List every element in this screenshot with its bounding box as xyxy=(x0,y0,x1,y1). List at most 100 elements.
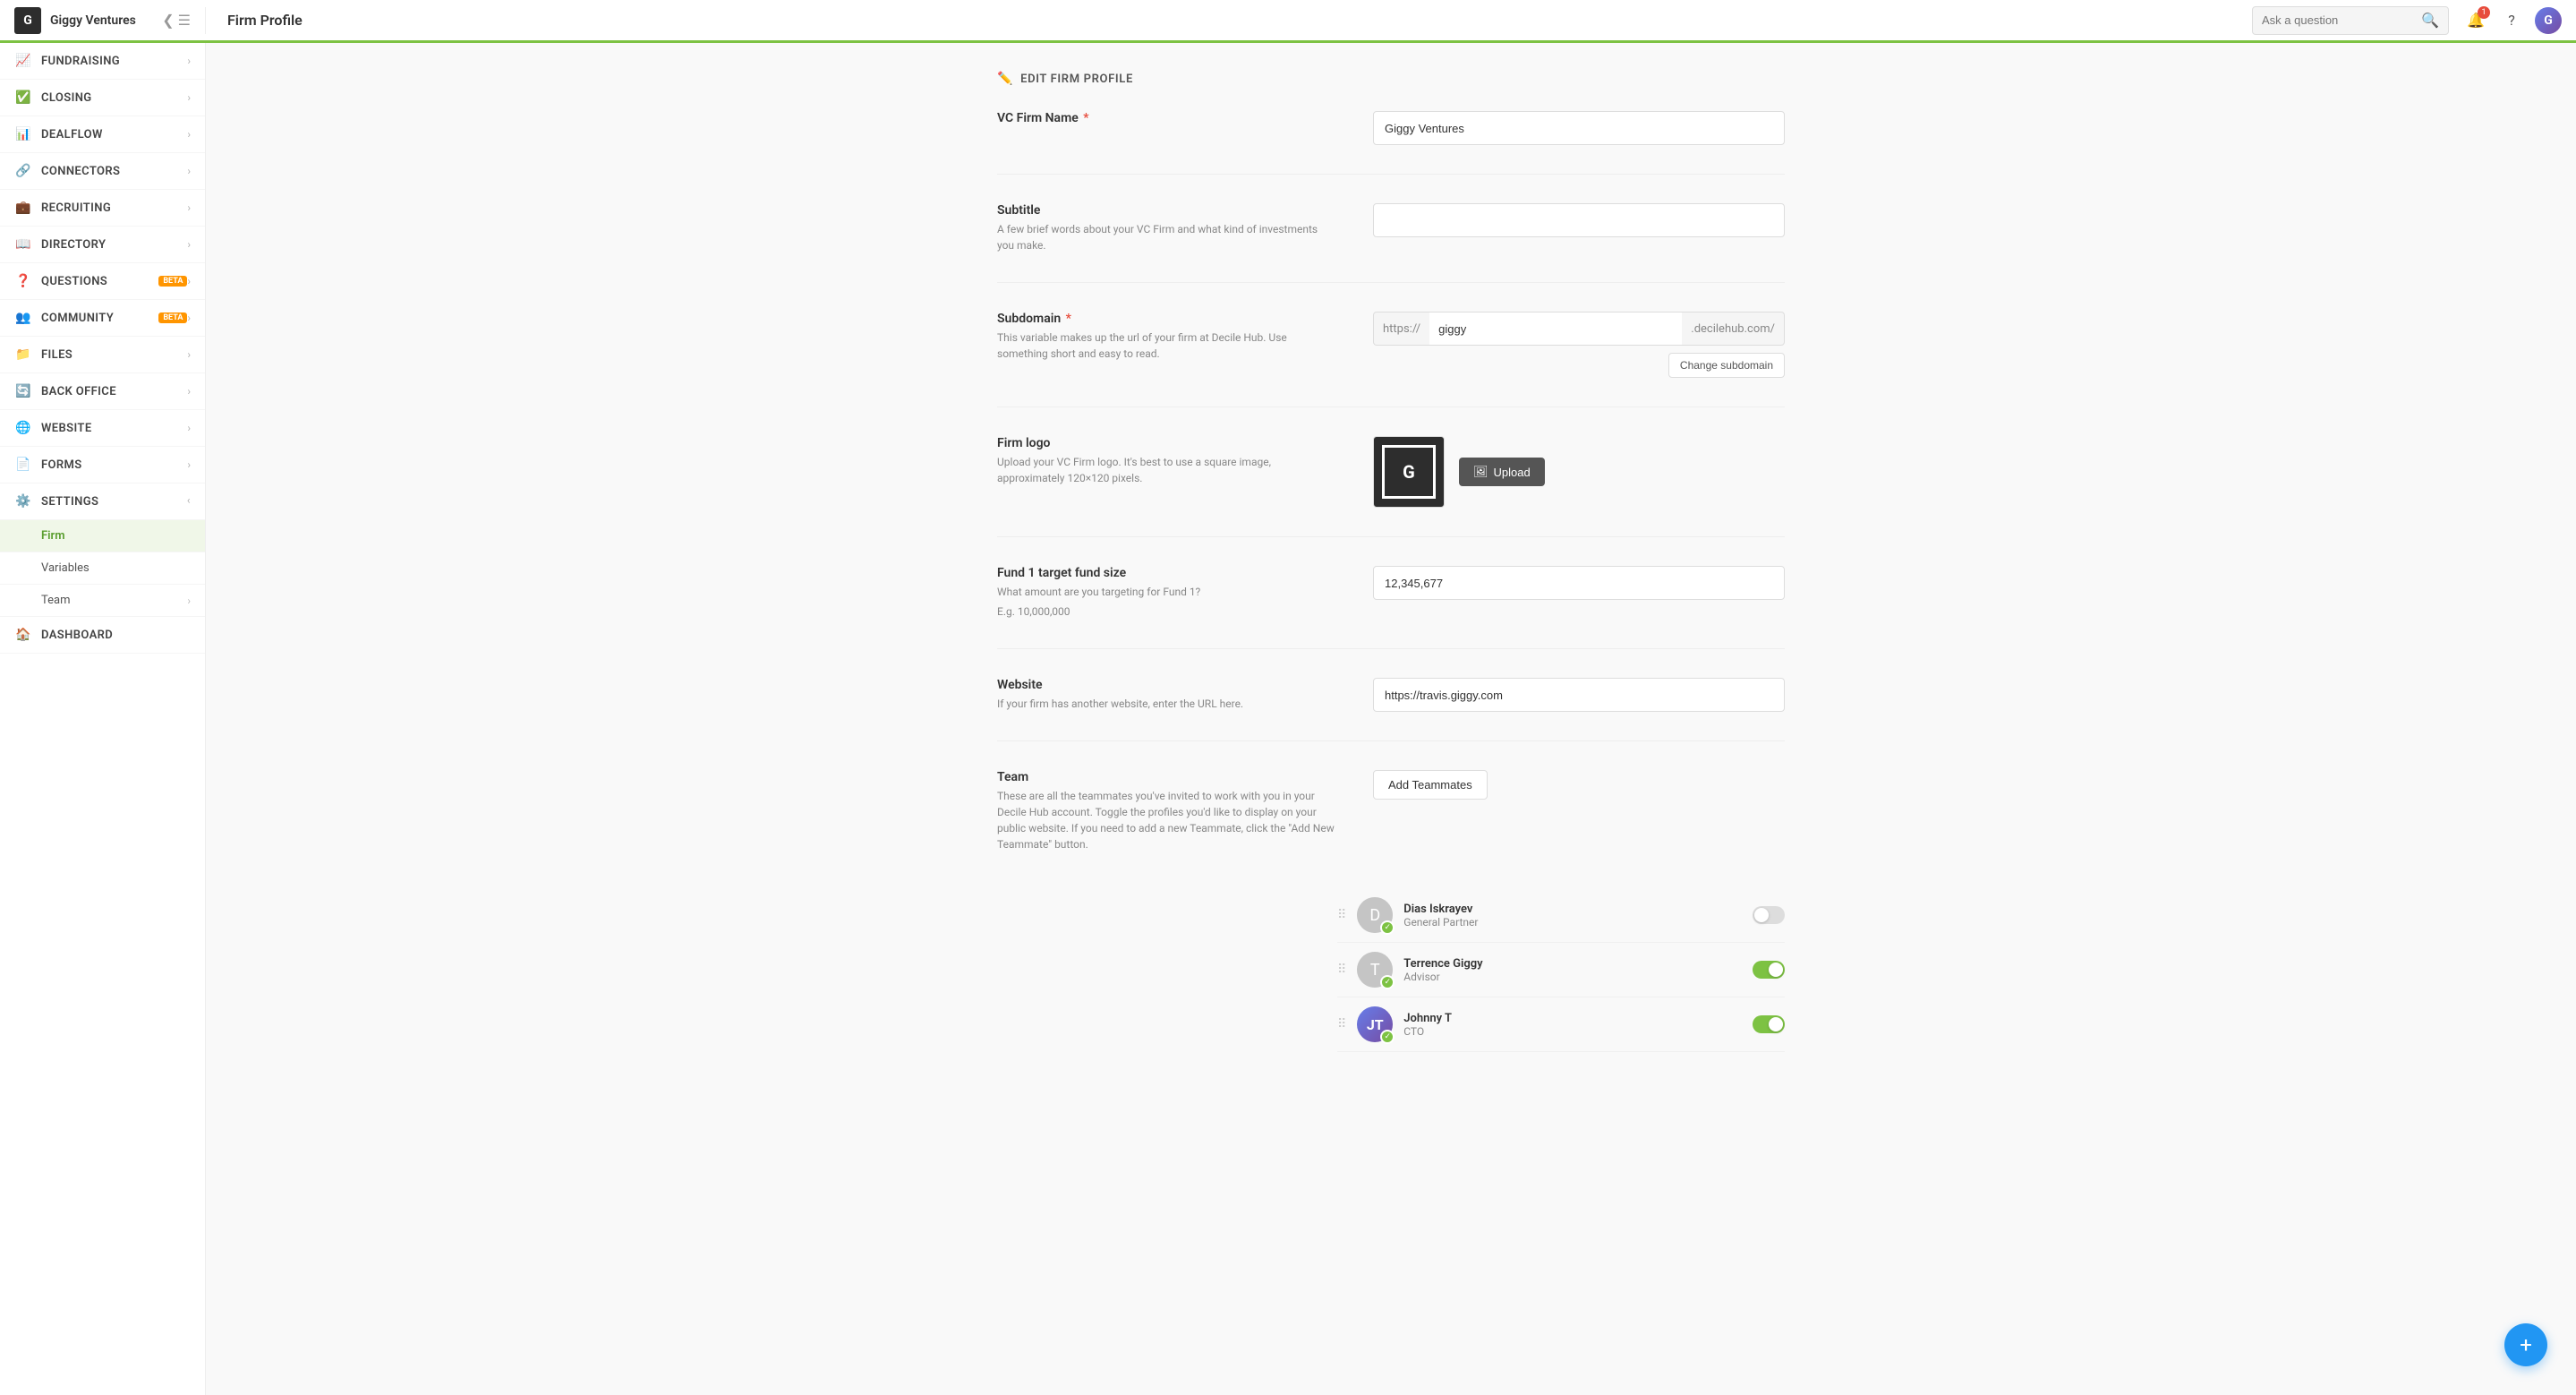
sidebar-item-dealflow[interactable]: 📊 DEALFLOW › xyxy=(0,116,205,153)
vc-firm-name-label-col: VC Firm Name * xyxy=(997,111,1337,145)
required-indicator: * xyxy=(1066,312,1071,326)
sidebar-item-back-office[interactable]: 🔄 BACK OFFICE › xyxy=(0,373,205,410)
chevron-right-icon: › xyxy=(187,422,191,434)
teammate-toggle[interactable] xyxy=(1753,906,1785,924)
app-logo: G xyxy=(14,7,41,34)
search-bar[interactable]: 🔍 xyxy=(2252,6,2449,35)
subdomain-hint: This variable makes up the url of your f… xyxy=(997,329,1337,362)
firm-logo-label: Firm logo xyxy=(997,436,1337,450)
subdomain-row: https:// .decilehub.com/ xyxy=(1373,312,1785,346)
teammate-toggle[interactable] xyxy=(1753,1015,1785,1033)
add-teammates-button[interactable]: Add Teammates xyxy=(1373,770,1488,800)
change-subdomain-button[interactable]: Change subdomain xyxy=(1668,353,1785,378)
chevron-right-icon: › xyxy=(187,201,191,214)
edit-header-label: EDIT FIRM PROFILE xyxy=(1020,73,1133,86)
subdomain-input-col: https:// .decilehub.com/ Change subdomai… xyxy=(1373,312,1785,378)
sidebar-item-website[interactable]: 🌐 WEBSITE › xyxy=(0,410,205,447)
sidebar-sub-item-team[interactable]: Team › xyxy=(0,585,205,617)
chevron-right-icon: › xyxy=(187,275,191,287)
website-input[interactable] xyxy=(1373,678,1785,712)
sidebar-item-questions[interactable]: ❓ QUESTIONS BETA › xyxy=(0,263,205,300)
chevron-right-icon: › xyxy=(187,595,191,607)
vc-firm-name-input[interactable] xyxy=(1373,111,1785,145)
topbar-logo-area: G Giggy Ventures ❮ ☰ xyxy=(0,7,206,34)
beta-badge: BETA xyxy=(158,312,187,323)
teammate-info: Terrence Giggy Advisor xyxy=(1403,957,1742,983)
check-circle-icon: ✅ xyxy=(14,90,32,105)
website-section: Website If your firm has another website… xyxy=(997,678,1785,741)
settings-icon: ⚙️ xyxy=(14,494,32,509)
sidebar-item-community[interactable]: 👥 COMMUNITY BETA › xyxy=(0,300,205,337)
sidebar-item-dashboard[interactable]: 🏠 DASHBOARD xyxy=(0,617,205,654)
firm-logo-input-col: G 🖼 Upload xyxy=(1373,436,1785,508)
chart-icon: 📈 xyxy=(14,54,32,68)
logo-letter: G xyxy=(23,13,32,28)
search-input[interactable] xyxy=(2262,13,2414,27)
briefcase-icon: 💼 xyxy=(14,201,32,215)
table-row: ⠿ T ✓ Terrence Giggy Advisor xyxy=(1337,943,1785,997)
website-input-col xyxy=(1373,678,1785,712)
drag-handle-icon[interactable]: ⠿ xyxy=(1337,1017,1346,1031)
fund-target-hint1: What amount are you targeting for Fund 1… xyxy=(997,584,1337,600)
help-icon[interactable]: ? xyxy=(2499,8,2524,33)
chevron-right-icon: › xyxy=(187,385,191,398)
book-icon: 📖 xyxy=(14,237,32,252)
team-label: Team xyxy=(997,770,1337,784)
vc-firm-name-section: VC Firm Name * xyxy=(997,111,1785,175)
vc-firm-name-input-col xyxy=(1373,111,1785,145)
vc-firm-name-label: VC Firm Name * xyxy=(997,111,1337,125)
sidebar-item-files[interactable]: 📁 FILES › xyxy=(0,337,205,373)
subdomain-section: Subdomain * This variable makes up the u… xyxy=(997,312,1785,407)
website-hint: If your firm has another website, enter … xyxy=(997,696,1337,712)
fund-target-input[interactable] xyxy=(1373,566,1785,600)
teammate-role: Advisor xyxy=(1403,971,1742,983)
chevron-right-icon: › xyxy=(187,165,191,177)
sidebar-item-fundraising[interactable]: 📈 FUNDRAISING › xyxy=(0,43,205,80)
subdomain-label: Subdomain * xyxy=(997,312,1337,326)
subtitle-input-col xyxy=(1373,203,1785,253)
drag-handle-icon[interactable]: ⠿ xyxy=(1337,908,1346,922)
firm-logo-hint: Upload your VC Firm logo. It's best to u… xyxy=(997,454,1337,486)
sidebar-item-closing[interactable]: ✅ CLOSING › xyxy=(0,80,205,116)
team-hint: These are all the teammates you've invit… xyxy=(997,788,1337,852)
avatar: D ✓ xyxy=(1357,897,1393,933)
fund-target-input-col xyxy=(1373,566,1785,620)
upload-button[interactable]: 🖼 Upload xyxy=(1459,458,1545,486)
subdomain-label-col: Subdomain * This variable makes up the u… xyxy=(997,312,1337,378)
user-avatar[interactable]: G xyxy=(2535,7,2562,34)
avatar: JT ✓ xyxy=(1357,1006,1393,1042)
sidebar-item-connectors[interactable]: 🔗 CONNECTORS › xyxy=(0,153,205,190)
subtitle-input[interactable] xyxy=(1373,203,1785,237)
sidebar-sub-item-firm[interactable]: Firm xyxy=(0,520,205,552)
teammate-toggle[interactable] xyxy=(1753,961,1785,979)
dashboard-icon: 🏠 xyxy=(14,628,32,642)
teammate-info: Dias Iskrayev General Partner xyxy=(1403,903,1742,929)
team-actions: Add Teammates xyxy=(1373,770,1488,800)
notifications-icon[interactable]: 🔔 1 xyxy=(2463,8,2488,33)
fund-target-label-col: Fund 1 target fund size What amount are … xyxy=(997,566,1337,620)
website-label: Website xyxy=(997,678,1337,692)
edit-header: ✏️ EDIT FIRM PROFILE xyxy=(997,72,1785,86)
collapse-sidebar-icon[interactable]: ❮ ☰ xyxy=(162,12,191,29)
sidebar-item-directory[interactable]: 📖 DIRECTORY › xyxy=(0,227,205,263)
fab-button[interactable]: + xyxy=(2504,1323,2547,1366)
link-icon: 🔗 xyxy=(14,164,32,178)
main-content: ✏️ EDIT FIRM PROFILE VC Firm Name * Subt… xyxy=(206,0,2576,1395)
teammate-name: Dias Iskrayev xyxy=(1403,903,1742,916)
teammate-role: General Partner xyxy=(1403,916,1742,929)
subtitle-label: Subtitle xyxy=(997,203,1337,218)
avatar: T ✓ xyxy=(1357,952,1393,988)
logo-preview: G xyxy=(1373,436,1445,508)
firm-logo-section: Firm logo Upload your VC Firm logo. It's… xyxy=(997,436,1785,537)
sidebar-sub-item-variables[interactable]: Variables xyxy=(0,552,205,585)
subdomain-suffix: .decilehub.com/ xyxy=(1682,312,1785,346)
subdomain-input[interactable] xyxy=(1429,312,1682,346)
chevron-right-icon: › xyxy=(187,91,191,104)
drag-handle-icon[interactable]: ⠿ xyxy=(1337,963,1346,977)
help-circle-icon: ❓ xyxy=(14,274,32,288)
search-icon: 🔍 xyxy=(2421,12,2439,29)
sidebar-item-forms[interactable]: 📄 FORMS › xyxy=(0,447,205,484)
sidebar-item-settings[interactable]: ⚙️ SETTINGS › xyxy=(0,484,205,520)
firm-name-title: Giggy Ventures xyxy=(50,13,136,28)
sidebar-item-recruiting[interactable]: 💼 RECRUITING › xyxy=(0,190,205,227)
